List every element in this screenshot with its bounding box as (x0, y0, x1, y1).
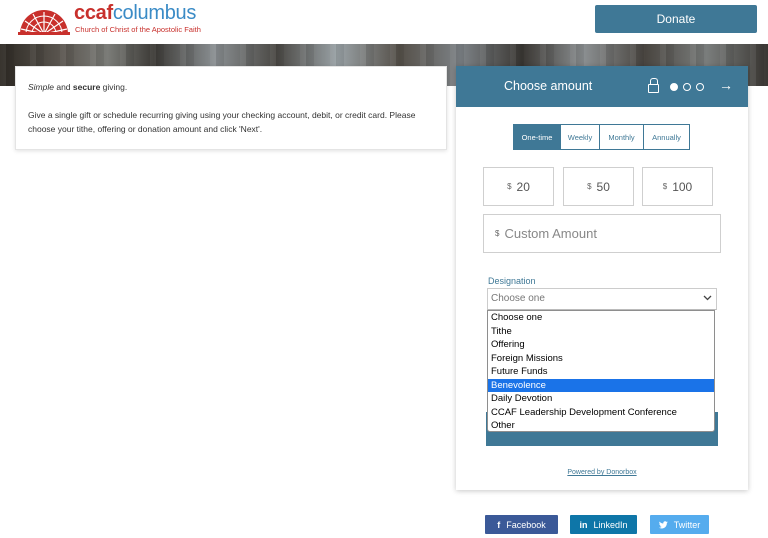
designation-select[interactable]: Choose one (487, 288, 717, 310)
option-foreign-missions[interactable]: Foreign Missions (488, 352, 714, 366)
option-other[interactable]: Other (488, 419, 714, 433)
freq-weekly[interactable]: Weekly (560, 124, 600, 150)
giving-info-card: Simple and secure giving. Give a single … (15, 66, 447, 150)
widget-header: Choose amount → (456, 66, 748, 107)
freq-annually[interactable]: Annually (643, 124, 690, 150)
chevron-down-icon (703, 295, 712, 301)
amount-50-button[interactable]: $50 (563, 167, 634, 206)
logo-ccaf: ccaf (74, 2, 113, 24)
frequency-toggle: One-time Weekly Monthly Annually (513, 124, 690, 150)
currency-symbol: $ (507, 182, 512, 191)
facebook-label: Facebook (506, 519, 546, 530)
linkedin-icon: in (579, 519, 588, 530)
giving-instructions: Give a single gift or schedule recurring… (28, 110, 416, 134)
designation-dropdown-list: Choose one Tithe Offering Foreign Missio… (487, 310, 715, 432)
amount-20-button[interactable]: $20 (483, 167, 554, 206)
option-benevolence[interactable]: Benevolence (488, 378, 714, 392)
currency-symbol: $ (662, 182, 668, 191)
option-choose-one[interactable]: Choose one (488, 311, 714, 325)
custom-amount-input[interactable]: $ Custom Amount (483, 214, 721, 253)
lock-icon (648, 78, 659, 93)
logo-subtitle: Church of Christ of the Apostolic Faith (75, 25, 201, 34)
currency-symbol: $ (495, 229, 500, 238)
church-dome-logo-icon (18, 10, 70, 35)
twitter-label: Twitter (673, 519, 701, 530)
twitter-share-button[interactable]: Twitter (650, 515, 709, 534)
option-ccaf-leadership-conference[interactable]: CCAF Leadership Development Conference (488, 406, 714, 420)
intro-giving: giving. (100, 82, 128, 92)
freq-monthly[interactable]: Monthly (599, 124, 644, 150)
option-offering[interactable]: Offering (488, 338, 714, 352)
option-future-funds[interactable]: Future Funds (488, 365, 714, 379)
linkedin-label: LinkedIn (593, 519, 628, 530)
currency-symbol: $ (587, 182, 592, 191)
amount-value: 50 (596, 179, 610, 194)
step-dot-active-icon (670, 83, 678, 91)
site-header: ccafcolumbus Church of Christ of the Apo… (0, 0, 768, 44)
step-dot-icon (683, 83, 691, 91)
arrow-right-icon[interactable]: → (719, 77, 733, 93)
option-daily-devotion[interactable]: Daily Devotion (488, 392, 714, 406)
linkedin-share-button[interactable]: in LinkedIn (570, 515, 637, 534)
amount-value: 20 (516, 179, 530, 194)
widget-title: Choose amount (504, 79, 593, 93)
donate-button[interactable]: Donate (595, 5, 757, 33)
intro-simple: Simple (28, 82, 54, 92)
logo-wordmark: ccafcolumbus (74, 2, 196, 25)
logo-columbus: columbus (112, 2, 197, 24)
amount-100-button[interactable]: $100 (642, 167, 713, 206)
designation-label: Designation (488, 276, 536, 286)
powered-by-donorbox-link[interactable]: Powered by Donorbox (456, 469, 748, 476)
facebook-icon: f (497, 519, 501, 530)
option-tithe[interactable]: Tithe (488, 325, 714, 339)
giving-intro: Simple and secure giving. (28, 80, 434, 94)
amount-value: 100 (672, 179, 693, 194)
intro-secure: secure (72, 82, 101, 92)
intro-and: and (53, 82, 73, 92)
freq-one-time[interactable]: One-time (513, 124, 561, 150)
ccaf-logo[interactable]: ccafcolumbus Church of Christ of the Apo… (18, 2, 218, 39)
custom-amount-placeholder: Custom Amount (504, 226, 597, 241)
designation-selected-value: Choose one (491, 293, 545, 304)
facebook-share-button[interactable]: f Facebook (485, 515, 558, 534)
step-dot-icon (696, 83, 704, 91)
twitter-bird-icon (658, 520, 668, 528)
